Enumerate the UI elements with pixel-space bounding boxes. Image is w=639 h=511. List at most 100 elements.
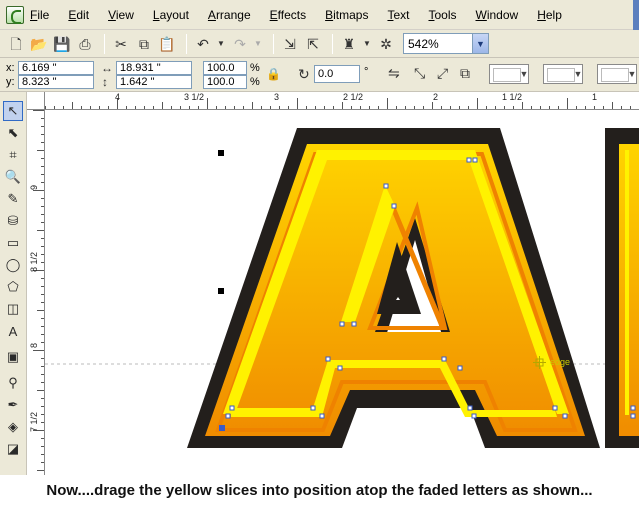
ruler-label: 3 1/2: [184, 92, 205, 102]
undo-dropdown-icon[interactable]: ▼: [216, 34, 226, 54]
menu-bitmaps[interactable]: Bitmaps: [325, 6, 368, 24]
path-node[interactable]: [351, 321, 357, 327]
convert-to-curves-icon[interactable]: ⤡: [414, 65, 425, 82]
y-position-field[interactable]: 8.323 ": [18, 75, 94, 89]
menu-view[interactable]: View: [108, 6, 134, 24]
ruler-origin[interactable]: [27, 92, 45, 110]
export-icon[interactable]: ⇱: [303, 34, 323, 54]
path-node[interactable]: [471, 413, 477, 419]
path-node[interactable]: [630, 405, 636, 411]
zoom-tool-icon[interactable]: 🔍: [3, 167, 23, 187]
vertical-ruler[interactable]: 9 8 1/2 8 7 1/2: [27, 110, 45, 475]
mirror-icon[interactable]: ⇋: [388, 65, 400, 82]
menu-tools[interactable]: Tools: [428, 6, 456, 24]
outline-tool-icon[interactable]: ✒: [3, 395, 23, 415]
path-node[interactable]: [562, 413, 568, 419]
rotation-icon: ↻: [298, 66, 310, 82]
tutorial-caption: Now....drage the yellow slices into posi…: [46, 482, 593, 499]
fill-tool-icon[interactable]: ◈: [3, 417, 23, 437]
rectangle-tool-icon[interactable]: ▭: [3, 233, 23, 253]
next-letter-yellow-slice[interactable]: [625, 150, 629, 415]
menu-file[interactable]: File: [30, 6, 49, 24]
to-front-icon[interactable]: ⧉: [460, 65, 470, 82]
menu-layout[interactable]: Layout: [153, 6, 189, 24]
chevron-down-icon[interactable]: ▼: [472, 34, 488, 53]
menu-text[interactable]: Text: [387, 6, 409, 24]
path-node[interactable]: [310, 405, 316, 411]
ellipse-tool-icon[interactable]: ◯: [3, 255, 23, 275]
selected-node[interactable]: [219, 425, 225, 431]
new-icon[interactable]: 🗋: [6, 34, 26, 54]
chevron-down-icon[interactable]: ▼: [572, 64, 584, 84]
redo-icon[interactable]: ↷: [230, 34, 250, 54]
application-launcher-icon[interactable]: ♜: [339, 34, 359, 54]
paste-icon[interactable]: 📋: [157, 34, 177, 54]
interactive-blend-tool-icon[interactable]: ▣: [3, 347, 23, 367]
text-tool-icon[interactable]: A: [3, 321, 23, 341]
path-node[interactable]: [229, 405, 235, 411]
interactive-fill-tool-icon[interactable]: ◪: [3, 439, 23, 459]
path-node[interactable]: [441, 356, 447, 362]
letter-a[interactable]: [187, 128, 600, 448]
height-field[interactable]: 1.642 ": [116, 75, 192, 89]
path-node[interactable]: [325, 356, 331, 362]
freehand-tool-icon[interactable]: ✎: [3, 189, 23, 209]
save-icon[interactable]: 💾: [52, 34, 72, 54]
coreldraw-app-icon[interactable]: [6, 5, 24, 24]
copy-icon[interactable]: ⧉: [134, 34, 154, 54]
chevron-down-icon[interactable]: ▼: [518, 64, 530, 84]
ruler-label: 3: [274, 92, 280, 102]
path-node[interactable]: [630, 413, 636, 419]
polygon-tool-icon[interactable]: ⬠: [3, 277, 23, 297]
width-icon: ↔: [101, 61, 113, 75]
crop-tool-icon[interactable]: ⌗: [3, 145, 23, 165]
menu-edit[interactable]: Edit: [68, 6, 89, 24]
toolbox: ↖ ⬉ ⌗ 🔍 ✎ ⛁ ▭ ◯ ⬠ ◫ A ▣ ⚲ ✒ ◈ ◪: [0, 92, 27, 475]
path-node[interactable]: [225, 413, 231, 419]
letter-r-partial[interactable]: [605, 128, 639, 448]
lock-ratio-icon[interactable]: 🔒: [266, 67, 281, 81]
path-node[interactable]: [383, 183, 389, 189]
open-icon[interactable]: 📂: [29, 34, 49, 54]
path-node[interactable]: [337, 365, 343, 371]
cut-icon[interactable]: ✂: [111, 34, 131, 54]
menu-window[interactable]: Window: [476, 6, 519, 24]
scale-width-field[interactable]: 100.0: [203, 61, 247, 75]
node-icon[interactable]: ⤢: [437, 65, 448, 82]
scale-height-field[interactable]: 100.0: [203, 75, 247, 89]
x-position-field[interactable]: 6.169 ": [18, 61, 94, 75]
print-icon[interactable]: ⎙: [75, 34, 95, 54]
width-field[interactable]: 18.931 ": [116, 61, 192, 75]
toolbar-separator: [332, 33, 333, 54]
menu-help[interactable]: Help: [537, 6, 562, 24]
path-node[interactable]: [457, 365, 463, 371]
path-node[interactable]: [319, 413, 325, 419]
menu-arrange[interactable]: Arrange: [208, 6, 251, 24]
drawing-canvas[interactable]: edge: [45, 110, 639, 475]
eyedropper-tool-icon[interactable]: ⚲: [3, 373, 23, 393]
chevron-down-icon[interactable]: ▼: [626, 64, 638, 84]
horizontal-ruler[interactable]: 4 3 1/2 3 2 1/2 2 1 1/2 1: [27, 92, 639, 110]
rotation-angle-field[interactable]: 0.0: [314, 65, 360, 83]
menu-bar: File Edit View Layout Arrange Effects Bi…: [0, 0, 639, 30]
path-node[interactable]: [466, 157, 472, 163]
selection-handle[interactable]: [218, 150, 224, 156]
smart-fill-tool-icon[interactable]: ⛁: [3, 211, 23, 231]
path-node[interactable]: [552, 405, 558, 411]
ruler-label: 8 1/2: [29, 251, 39, 272]
path-node[interactable]: [339, 321, 345, 327]
redo-dropdown-icon[interactable]: ▼: [253, 34, 263, 54]
zoom-level-select[interactable]: 542% ▼: [403, 33, 489, 54]
shape-tool-icon[interactable]: ⬉: [3, 123, 23, 143]
undo-icon[interactable]: ↶: [193, 34, 213, 54]
menu-effects[interactable]: Effects: [270, 6, 306, 24]
selection-handle[interactable]: [218, 288, 224, 294]
path-node[interactable]: [467, 405, 473, 411]
pick-tool-icon[interactable]: ↖: [3, 101, 23, 121]
path-node[interactable]: [391, 203, 397, 209]
welcome-screen-icon[interactable]: ✲: [376, 34, 396, 54]
launcher-dropdown-icon[interactable]: ▼: [362, 34, 372, 54]
path-node[interactable]: [472, 157, 478, 163]
basic-shapes-tool-icon[interactable]: ◫: [3, 299, 23, 319]
import-icon[interactable]: ⇲: [280, 34, 300, 54]
